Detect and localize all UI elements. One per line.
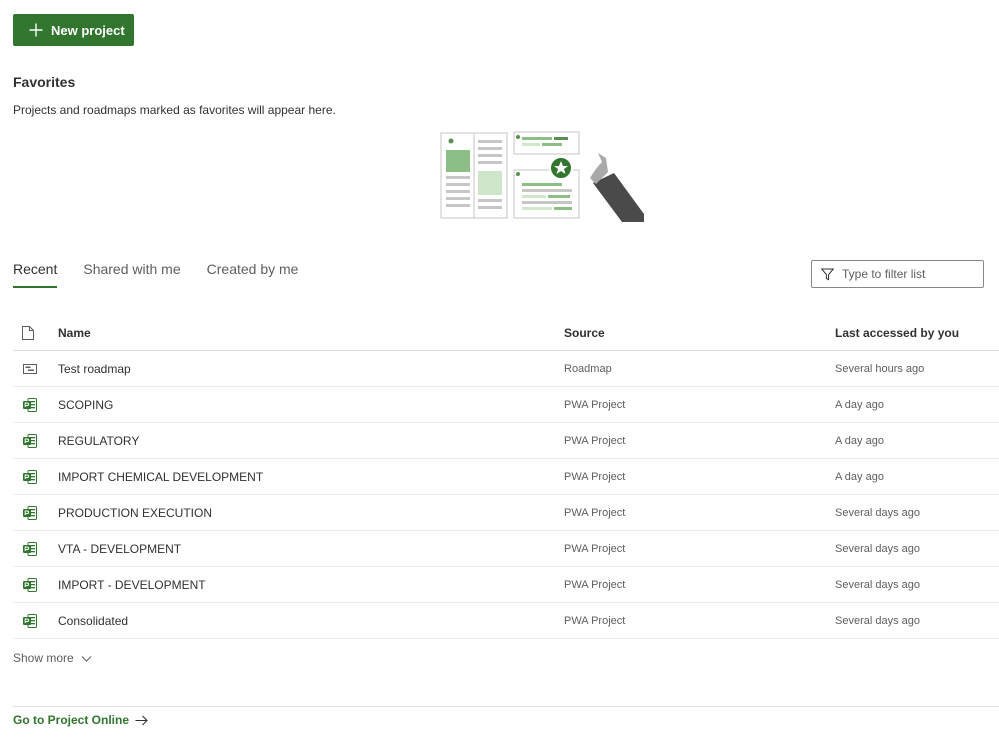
- document-icon: [22, 325, 34, 340]
- view-tabs: Recent Shared with me Created by me: [13, 261, 324, 291]
- project-icon: [13, 469, 58, 485]
- arrow-right-icon: [135, 715, 148, 725]
- favorites-illustration: [440, 131, 644, 222]
- show-more-button[interactable]: Show more: [13, 651, 92, 665]
- table-row[interactable]: Consolidated PWA Project Several days ago: [13, 603, 999, 639]
- table-row[interactable]: REGULATORY PWA Project A day ago: [13, 423, 999, 459]
- table-header: Name Source Last accessed by you: [13, 315, 999, 351]
- row-source: PWA Project: [564, 614, 626, 627]
- chevron-down-icon: [81, 655, 92, 662]
- row-name[interactable]: Test roadmap: [58, 362, 564, 376]
- row-last-accessed: Several days ago: [835, 542, 920, 555]
- row-source: PWA Project: [564, 506, 626, 519]
- row-name[interactable]: IMPORT CHEMICAL DEVELOPMENT: [58, 470, 564, 484]
- column-header-source[interactable]: Source: [564, 326, 835, 340]
- row-last-accessed: Several days ago: [835, 506, 920, 519]
- row-last-accessed: Several days ago: [835, 578, 920, 591]
- tab-recent[interactable]: Recent: [13, 261, 58, 288]
- project-icon: [13, 505, 58, 521]
- table-row[interactable]: Test roadmap Roadmap Several hours ago: [13, 351, 999, 387]
- row-name[interactable]: SCOPING: [58, 398, 564, 412]
- new-project-label: New project: [51, 22, 125, 38]
- project-icon: [13, 433, 58, 449]
- table-row[interactable]: VTA - DEVELOPMENT PWA Project Several days…: [13, 531, 999, 567]
- row-source: PWA Project: [564, 542, 626, 555]
- filter-input[interactable]: [842, 267, 972, 281]
- favorites-heading: Favorites: [13, 74, 76, 90]
- file-type-header[interactable]: [13, 325, 58, 340]
- project-icon: [13, 577, 58, 593]
- column-header-last-accessed[interactable]: Last accessed by you: [835, 326, 999, 340]
- roadmap-icon: [13, 361, 58, 377]
- recent-projects-table: Name Source Last accessed by you Test ro…: [13, 315, 999, 639]
- row-source: PWA Project: [564, 398, 626, 411]
- row-name[interactable]: VTA - DEVELOPMENT: [58, 542, 564, 556]
- tab-created-by-me[interactable]: Created by me: [207, 261, 299, 288]
- row-source: PWA Project: [564, 434, 626, 447]
- favorites-description: Projects and roadmaps marked as favorite…: [13, 103, 336, 117]
- row-name[interactable]: PRODUCTION EXECUTION: [58, 506, 564, 520]
- row-last-accessed: Several days ago: [835, 614, 920, 627]
- table-row[interactable]: IMPORT - DEVELOPMENT PWA Project Several d…: [13, 567, 999, 603]
- filter-box[interactable]: [811, 260, 984, 288]
- row-last-accessed: A day ago: [835, 398, 884, 411]
- project-icon: [13, 397, 58, 413]
- row-source: Roadmap: [564, 362, 612, 375]
- filter-icon: [821, 268, 834, 280]
- row-last-accessed: A day ago: [835, 434, 884, 447]
- table-row[interactable]: PRODUCTION EXECUTION PWA Project Several d…: [13, 495, 999, 531]
- tab-shared-with-me[interactable]: Shared with me: [83, 261, 180, 288]
- row-name[interactable]: REGULATORY: [58, 434, 564, 448]
- plus-icon: [29, 23, 43, 37]
- table-row[interactable]: SCOPING PWA Project A day ago: [13, 387, 999, 423]
- go-to-project-online-link[interactable]: Go to Project Online: [13, 713, 148, 727]
- row-last-accessed: A day ago: [835, 470, 884, 483]
- go-to-project-online-label: Go to Project Online: [13, 713, 130, 727]
- column-header-name[interactable]: Name: [58, 326, 564, 340]
- show-more-label: Show more: [13, 651, 74, 665]
- row-name[interactable]: IMPORT - DEVELOPMENT: [58, 578, 564, 592]
- row-source: PWA Project: [564, 578, 626, 591]
- row-source: PWA Project: [564, 470, 626, 483]
- project-icon: [13, 613, 58, 629]
- footer-divider: [13, 706, 999, 707]
- row-name[interactable]: Consolidated: [58, 614, 564, 628]
- project-icon: [13, 541, 58, 557]
- new-project-button[interactable]: New project: [13, 14, 134, 46]
- table-row[interactable]: IMPORT CHEMICAL DEVELOPMENT PWA Project A …: [13, 459, 999, 495]
- row-last-accessed: Several hours ago: [835, 362, 925, 375]
